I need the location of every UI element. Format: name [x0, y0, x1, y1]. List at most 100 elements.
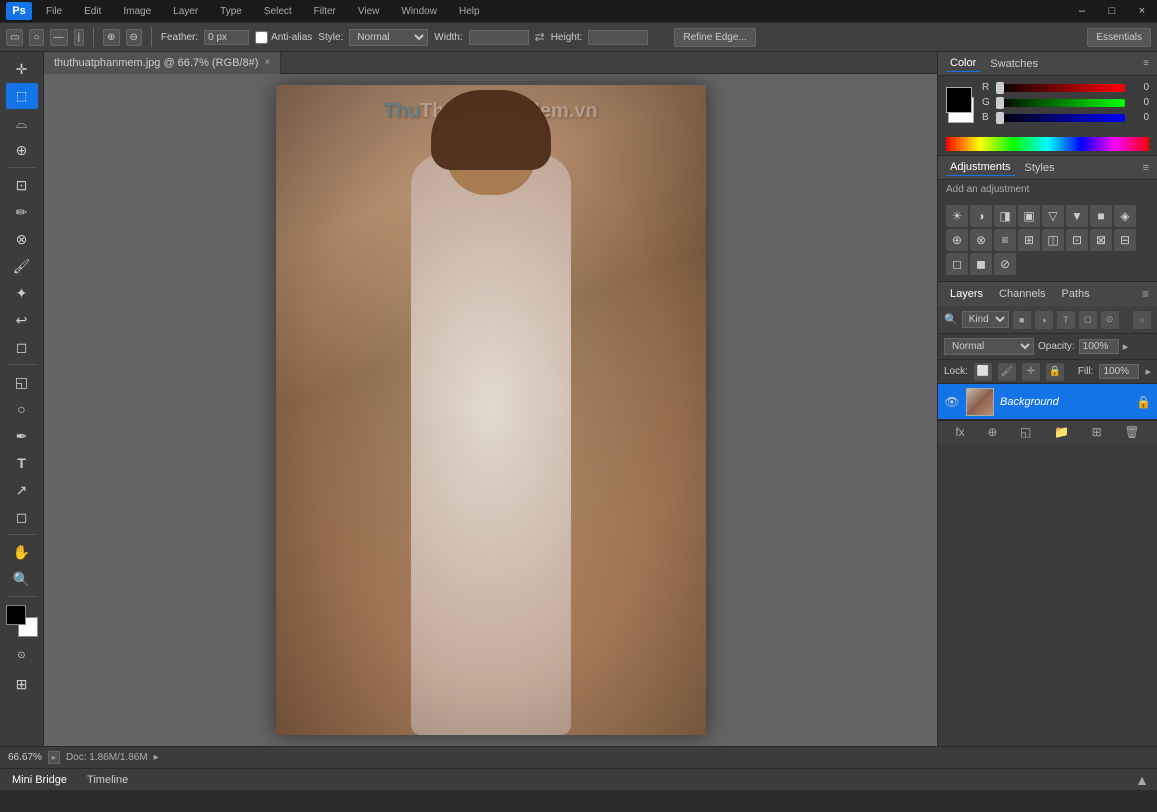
layers-panel-menu[interactable]: ≡ — [1142, 287, 1149, 301]
brightness-contrast-btn[interactable]: ☀ — [946, 205, 968, 227]
fill-input[interactable] — [1099, 364, 1139, 379]
fg-color-swatch[interactable] — [6, 605, 26, 625]
adj-btn-18[interactable]: ◼ — [970, 253, 992, 275]
marquee-tool[interactable]: ⬚ — [6, 83, 38, 109]
adj-btn-16[interactable]: ⊟ — [1114, 229, 1136, 251]
posterize-btn[interactable]: ⊞ — [1018, 229, 1040, 251]
lock-all-btn[interactable]: 🔒 — [1046, 363, 1064, 381]
channelmixer-btn[interactable]: ⊕ — [946, 229, 968, 251]
filter-pixel-btn[interactable]: ■ — [1013, 311, 1031, 329]
mini-bridge-tab[interactable]: Mini Bridge — [8, 772, 71, 788]
adjustments-menu[interactable]: ≡ — [1143, 162, 1149, 174]
menu-type[interactable]: Type — [212, 4, 250, 19]
swap-dimensions-icon[interactable]: ⇄ — [535, 30, 545, 44]
filter-adj-btn[interactable]: ◑ — [1035, 311, 1053, 329]
essentials-button[interactable]: Essentials — [1087, 28, 1151, 47]
close-button[interactable]: × — [1127, 0, 1157, 22]
photofilter-btn[interactable]: ◈ — [1114, 205, 1136, 227]
layer-visibility-toggle[interactable]: 👁 — [944, 394, 960, 410]
quick-mask-btn[interactable]: ⊙ — [6, 642, 38, 668]
maximize-button[interactable]: □ — [1097, 0, 1127, 22]
eyedropper-tool[interactable]: ✏ — [6, 199, 38, 225]
lock-image-btn[interactable]: 🖌 — [998, 363, 1016, 381]
document-tab-close[interactable]: × — [264, 57, 270, 68]
fg-color-swatch-panel[interactable] — [946, 87, 972, 113]
blend-mode-select[interactable]: Normal Dissolve Multiply Screen Overlay — [944, 338, 1034, 355]
kind-filter-select[interactable]: Kind — [962, 311, 1009, 328]
refine-edge-button[interactable]: Refine Edge... — [674, 28, 755, 47]
marquee-col-btn[interactable]: | — [74, 29, 85, 46]
background-layer[interactable]: 👁 Background 🔒 — [938, 384, 1157, 420]
color-spectrum[interactable] — [946, 137, 1149, 151]
menu-help[interactable]: Help — [451, 4, 488, 19]
status-arrow[interactable]: ▸ — [154, 752, 159, 763]
swatches-tab[interactable]: Swatches — [986, 56, 1042, 72]
fill-arrow[interactable]: ▸ — [1145, 365, 1151, 378]
menu-filter[interactable]: Filter — [306, 4, 344, 19]
layer-fx-btn[interactable]: fx — [955, 425, 964, 439]
selective-btn[interactable]: ⊠ — [1090, 229, 1112, 251]
filter-shape-btn[interactable]: ◻ — [1079, 311, 1097, 329]
quick-select-tool[interactable]: ⊕ — [6, 137, 38, 163]
menu-edit[interactable]: Edit — [76, 4, 109, 19]
feather-input[interactable] — [204, 30, 249, 45]
new-selection-btn[interactable]: ⊖ — [126, 29, 142, 46]
timeline-tab[interactable]: Timeline — [83, 772, 132, 788]
filter-smart-btn[interactable]: ⊙ — [1101, 311, 1119, 329]
threshold-btn[interactable]: ◫ — [1042, 229, 1064, 251]
menu-layer[interactable]: Layer — [165, 4, 206, 19]
lasso-tool[interactable]: ⌓ — [6, 110, 38, 136]
exposure-btn[interactable]: ▣ — [1018, 205, 1040, 227]
layer-adjustment-btn[interactable]: ◱ — [1020, 425, 1031, 439]
gradient-tool[interactable]: ◱ — [6, 369, 38, 395]
type-tool[interactable]: T — [6, 450, 38, 476]
layer-add-mask-btn[interactable]: ⊕ — [987, 425, 997, 439]
menu-image[interactable]: Image — [115, 4, 159, 19]
layer-delete-btn[interactable]: 🗑 — [1124, 425, 1139, 439]
eraser-tool[interactable]: ◻ — [6, 334, 38, 360]
invert-btn[interactable]: ≡ — [994, 229, 1016, 251]
antialias-checkbox[interactable] — [255, 31, 268, 44]
styles-tab[interactable]: Styles — [1021, 160, 1059, 176]
marquee-row-btn[interactable]: — — [50, 29, 68, 46]
screen-mode-btn[interactable]: ⊞ — [6, 671, 38, 697]
layers-tab[interactable]: Layers — [946, 286, 987, 302]
adj-btn-17[interactable]: ◻ — [946, 253, 968, 275]
menu-view[interactable]: View — [350, 4, 388, 19]
filter-type-btn[interactable]: T — [1057, 311, 1075, 329]
add-to-selection-btn[interactable]: ⊕ — [103, 29, 119, 46]
move-tool[interactable]: ✛ — [6, 56, 38, 82]
crop-tool[interactable]: ⊡ — [6, 172, 38, 198]
hand-tool[interactable]: ✋ — [6, 539, 38, 565]
gradmap-btn[interactable]: ⊡ — [1066, 229, 1088, 251]
pen-tool[interactable]: ✒ — [6, 423, 38, 449]
style-select[interactable]: Normal Fixed Ratio Fixed Size — [349, 29, 428, 46]
dodge-tool[interactable]: ○ — [6, 396, 38, 422]
height-input[interactable] — [588, 30, 648, 45]
canvas-viewport[interactable]: ThuThuatPhanMem.vn — [44, 74, 937, 746]
layer-new-btn[interactable]: ⊞ — [1092, 425, 1102, 439]
paths-tab[interactable]: Paths — [1058, 286, 1094, 302]
menu-file[interactable]: File — [38, 4, 70, 19]
opacity-input[interactable] — [1079, 339, 1119, 354]
colorbalance-btn[interactable]: ■ — [1090, 205, 1112, 227]
clone-tool[interactable]: ✦ — [6, 280, 38, 306]
lock-transparent-btn[interactable]: ⬜ — [974, 363, 992, 381]
minimize-button[interactable]: – — [1067, 0, 1097, 22]
color-panel-menu[interactable]: ≡ — [1143, 58, 1149, 69]
r-slider[interactable] — [996, 84, 1125, 92]
brush-tool[interactable]: 🖌 — [6, 253, 38, 279]
adj-btn-19[interactable]: ⊘ — [994, 253, 1016, 275]
curves-btn[interactable]: ◨ — [994, 205, 1016, 227]
marquee-ellipse-btn[interactable]: ○ — [29, 29, 43, 46]
vibrance-btn[interactable]: ▽ — [1042, 205, 1064, 227]
hsl-btn[interactable]: ▼ — [1066, 205, 1088, 227]
width-input[interactable] — [469, 30, 529, 45]
lock-position-btn[interactable]: ✛ — [1022, 363, 1040, 381]
history-brush-tool[interactable]: ↩ — [6, 307, 38, 333]
adjustments-tab[interactable]: Adjustments — [946, 159, 1015, 176]
path-select-tool[interactable]: ↗ — [6, 477, 38, 503]
bridge-expand-icon[interactable]: ▲ — [1135, 772, 1149, 788]
zoom-tool[interactable]: 🔍 — [6, 566, 38, 592]
spot-heal-tool[interactable]: ⊗ — [6, 226, 38, 252]
